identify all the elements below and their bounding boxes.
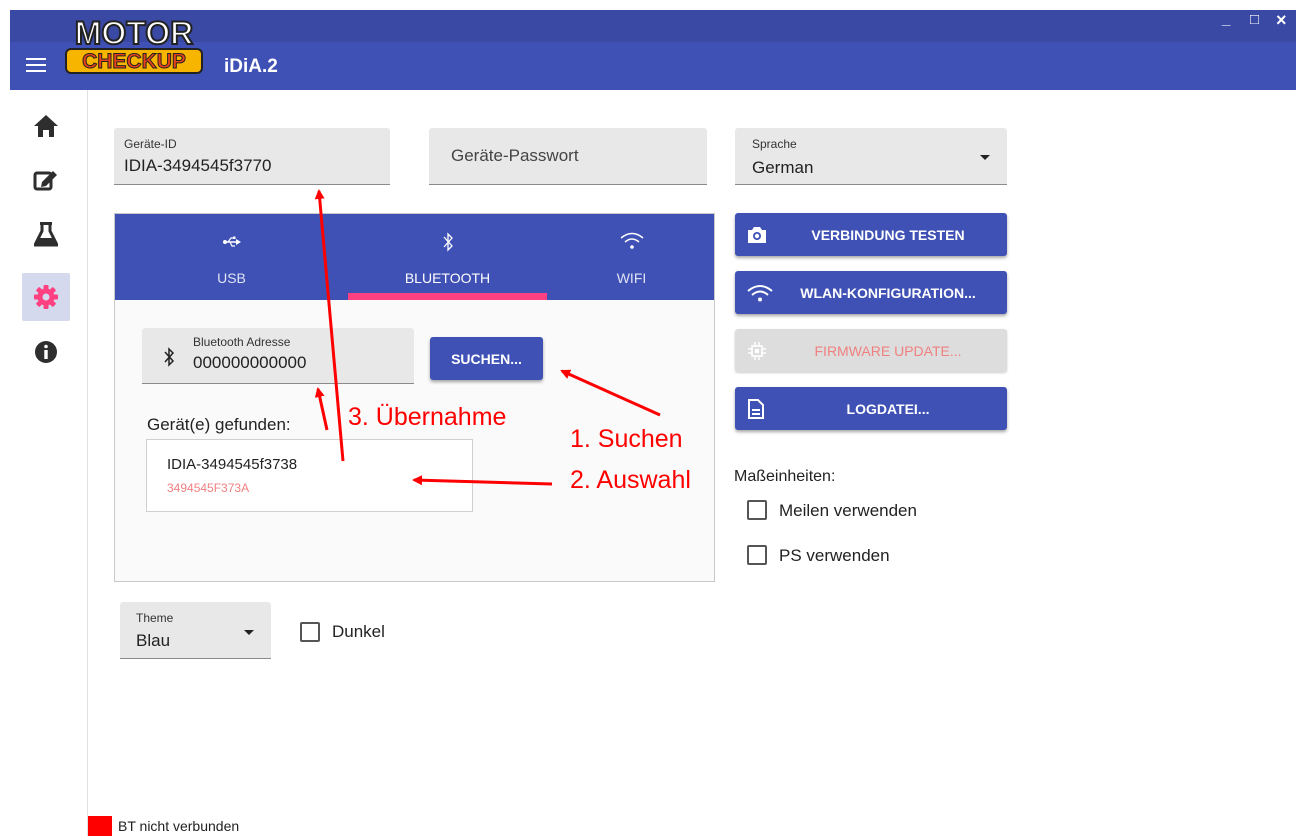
list-item[interactable]: IDIA-3494545f3738 3494545F373A (147, 440, 472, 511)
device-password-placeholder: Geräte-Passwort (451, 146, 579, 165)
device-name: IDIA-3494545f3738 (167, 456, 298, 473)
language-select[interactable]: Sprache German (735, 128, 1007, 185)
device-id-label: Geräte-ID (124, 137, 177, 151)
theme-label: Theme (136, 611, 174, 625)
annotation-step2: 2. Auswahl (570, 466, 691, 494)
wifi-icon (620, 232, 643, 249)
annotation-step1: 1. Suchen (570, 425, 683, 453)
tab-usb[interactable]: USB (115, 214, 348, 300)
device-address: 3494545F373A (167, 481, 250, 495)
units-label: Maßeinheiten: (734, 468, 836, 485)
device-password-field[interactable]: Geräte-Passwort (429, 128, 707, 185)
status-text: BT nicht verbunden (118, 818, 240, 834)
theme-value: Blau (136, 631, 171, 650)
connection-tabs: USB BLUETOOTH WIFI (115, 214, 714, 300)
found-devices-label: Gerät(e) gefunden: (147, 415, 291, 434)
language-value: German (752, 158, 814, 177)
wlan-config-label: WLAN-KONFIGURATION... (800, 284, 976, 301)
sidebar-item-info[interactable] (22, 328, 70, 376)
device-id-field[interactable]: Geräte-ID IDIA-3494545f3770 (114, 128, 390, 185)
firmware-update-label: FIRMWARE UPDATE... (814, 342, 962, 359)
search-button-label: SUCHEN... (451, 350, 522, 367)
ps-label: PS verwenden (779, 546, 890, 565)
theme-select[interactable]: Theme Blau (120, 602, 271, 659)
logo-text-bottom: CHECKUP (82, 50, 186, 73)
sidebar-item-lab[interactable] (22, 210, 70, 258)
motorcheckup-logo: MOTOR CHECKUP (64, 13, 212, 75)
chevron-down-icon (244, 630, 254, 635)
usb-icon (222, 236, 241, 247)
tab-bluetooth-label: BLUETOOTH (404, 270, 491, 286)
edit-icon (33, 171, 57, 191)
sidebar-item-edit[interactable] (22, 156, 70, 204)
tab-bluetooth[interactable]: BLUETOOTH (348, 214, 547, 300)
gear-icon (34, 285, 58, 309)
device-list: IDIA-3494545f3738 3494545F373A (146, 439, 473, 512)
menu-icon[interactable] (26, 58, 46, 72)
test-connection-button[interactable]: VERBINDUNG TESTEN (735, 213, 1007, 256)
dark-checkbox[interactable] (300, 622, 320, 642)
ps-checkbox[interactable] (747, 545, 767, 565)
dark-label: Dunkel (332, 622, 385, 641)
tab-indicator (348, 293, 547, 300)
miles-label: Meilen verwenden (779, 501, 917, 520)
language-label: Sprache (752, 137, 797, 151)
app-window: MOTOR CHECKUP iDiA.2 _ □ × Geräte-ID IDI… (0, 0, 1296, 836)
status-indicator (88, 816, 112, 836)
test-connection-label: VERBINDUNG TESTEN (811, 226, 965, 243)
close-button[interactable]: × (1276, 11, 1287, 29)
tab-wifi-label: WIFI (616, 270, 647, 286)
logfile-label: LOGDATEI... (846, 400, 930, 417)
wlan-config-button[interactable]: WLAN-KONFIGURATION... (735, 271, 1007, 314)
connection-panel: USB BLUETOOTH WIFI (114, 213, 715, 582)
firmware-update-button[interactable]: FIRMWARE UPDATE... (735, 329, 1007, 372)
logfile-button[interactable]: LOGDATEI... (735, 387, 1007, 430)
miles-checkbox[interactable] (747, 500, 767, 520)
minimize-button[interactable]: _ (1222, 12, 1230, 28)
sidebar-item-settings[interactable] (22, 273, 70, 321)
bluetooth-address-field[interactable]: Bluetooth Adresse 000000000000 (142, 328, 414, 384)
device-id-value: IDIA-3494545f3770 (124, 156, 272, 175)
home-icon (34, 115, 58, 137)
info-icon (35, 341, 57, 363)
bluetooth-address-value: 000000000000 (193, 353, 307, 372)
bluetooth-icon (164, 347, 175, 367)
search-button[interactable]: SUCHEN... (430, 337, 543, 380)
bluetooth-address-label: Bluetooth Adresse (193, 335, 291, 349)
app-name: iDiA.2 (224, 56, 278, 77)
chevron-down-icon (980, 155, 990, 160)
flask-icon (34, 222, 58, 247)
bluetooth-icon (443, 232, 453, 252)
annotation-step3: 3. Übernahme (348, 403, 507, 431)
logo-text-top: MOTOR (75, 15, 194, 51)
tab-usb-label: USB (217, 270, 246, 286)
maximize-button[interactable]: □ (1250, 12, 1259, 28)
sidebar-item-home[interactable] (22, 102, 70, 150)
sidebar (10, 90, 88, 836)
tab-wifi[interactable]: WIFI (547, 214, 716, 300)
